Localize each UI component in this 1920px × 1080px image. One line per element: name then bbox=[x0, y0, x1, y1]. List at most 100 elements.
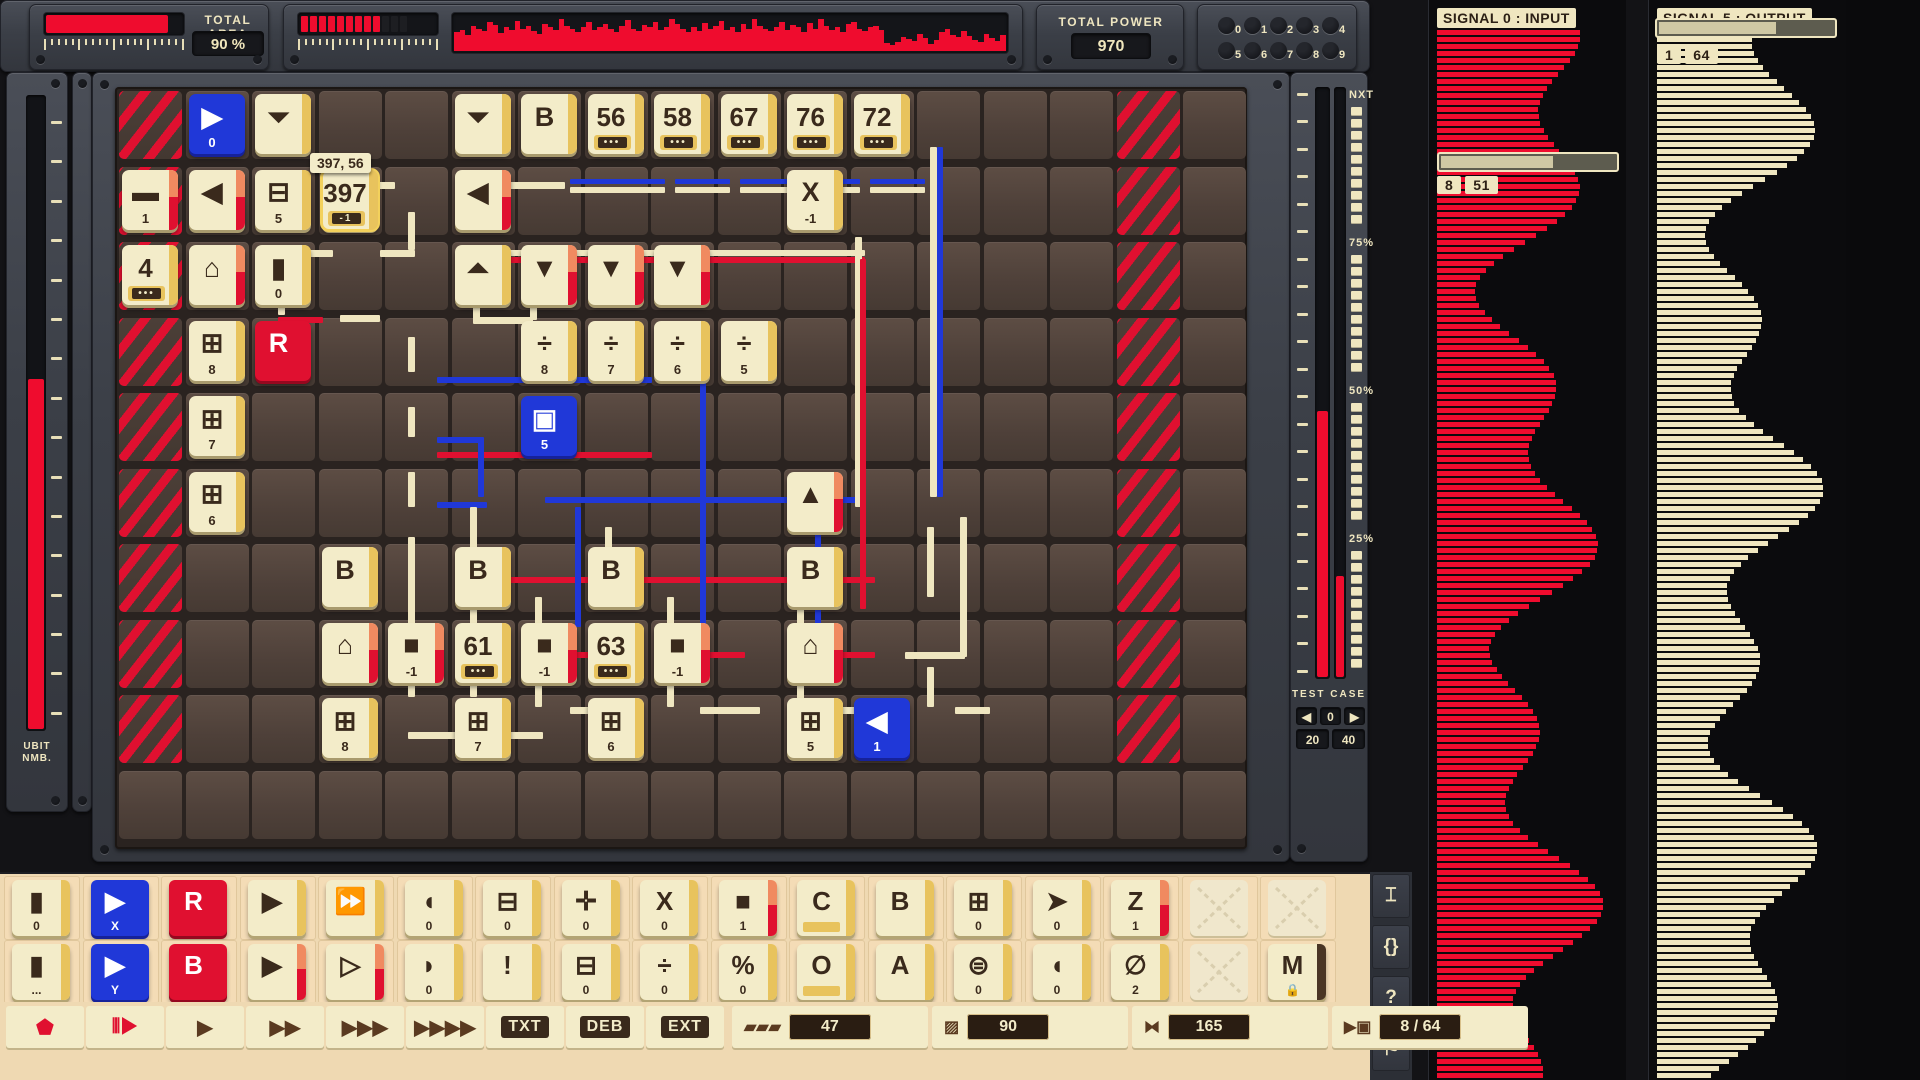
grid-tile[interactable]: ⊞6 bbox=[189, 472, 245, 532]
board-cell[interactable] bbox=[1183, 318, 1246, 386]
keypad-dot-2[interactable] bbox=[1270, 17, 1287, 34]
grid-tile[interactable]: ⊞5 bbox=[787, 698, 843, 758]
arrow-right-tile[interactable]: ▶ bbox=[248, 880, 306, 936]
board-cell[interactable] bbox=[984, 167, 1047, 235]
left-arrow-tile[interactable]: ◀ bbox=[189, 170, 245, 230]
board-cell[interactable] bbox=[917, 242, 980, 310]
arrow-outline-tile[interactable]: ▷ bbox=[326, 944, 384, 1000]
half-tile[interactable]: ◖0 bbox=[405, 880, 463, 936]
test-case-value-left[interactable]: 20 bbox=[1296, 729, 1329, 749]
null-tile[interactable]: ∅2 bbox=[1111, 944, 1169, 1000]
block-tile[interactable]: ■-1 bbox=[654, 623, 710, 683]
ext-button[interactable]: EXT bbox=[646, 1006, 724, 1048]
test-case-prev-button[interactable]: ◀ bbox=[1296, 707, 1317, 725]
value-tile[interactable]: 58••• bbox=[654, 94, 710, 154]
palette-slot[interactable]: ◗0 bbox=[397, 940, 473, 1004]
empty-slot[interactable] bbox=[1190, 944, 1248, 1000]
down-tile[interactable]: ▼ bbox=[521, 245, 577, 305]
bar-tile[interactable]: ▮0 bbox=[255, 245, 311, 305]
board-cell[interactable] bbox=[585, 393, 648, 461]
board-cell[interactable] bbox=[452, 318, 515, 386]
value-tile[interactable]: 76••• bbox=[787, 94, 843, 154]
board-cell[interactable] bbox=[651, 167, 714, 235]
play-4x-button[interactable]: ▶▶▶▶ bbox=[406, 1006, 484, 1048]
grid-tile[interactable]: ⊞7 bbox=[455, 698, 511, 758]
keypad-dot-4[interactable] bbox=[1322, 17, 1339, 34]
grid-tile[interactable]: ⊞0 bbox=[954, 880, 1012, 936]
board-cell[interactable] bbox=[984, 318, 1047, 386]
value-tile[interactable]: 4••• bbox=[122, 245, 178, 305]
board-cell[interactable] bbox=[651, 771, 714, 839]
board-cell[interactable] bbox=[984, 544, 1047, 612]
signal-output-scrubber[interactable] bbox=[1655, 18, 1837, 38]
palette-slot[interactable]: ▶ bbox=[240, 876, 316, 940]
palette-slot[interactable]: ⊟0 bbox=[554, 940, 630, 1004]
plus-tile[interactable]: ✛0 bbox=[562, 880, 620, 936]
palette-slot[interactable]: %0 bbox=[711, 940, 787, 1004]
signal-output-graph[interactable] bbox=[1657, 30, 1838, 1080]
down-tile[interactable]: ▼ bbox=[654, 245, 710, 305]
digit-keypad[interactable]: 0123456789 bbox=[1197, 4, 1357, 70]
palette-slot[interactable]: ∅2 bbox=[1103, 940, 1179, 1004]
board-cell[interactable] bbox=[984, 91, 1047, 159]
half-right-tile[interactable]: ◗0 bbox=[405, 944, 463, 1000]
board-cell[interactable] bbox=[186, 620, 249, 688]
keypad-dot-1[interactable] bbox=[1244, 17, 1261, 34]
input-arrow-tile[interactable]: ◀1 bbox=[854, 698, 910, 758]
palette-slot[interactable]: ⏩ bbox=[318, 876, 394, 940]
board-cell[interactable] bbox=[1050, 393, 1113, 461]
multiply-tile[interactable]: X0 bbox=[640, 880, 698, 936]
brush-icon[interactable]: ⌶ bbox=[1372, 874, 1410, 918]
board-cell[interactable] bbox=[651, 695, 714, 763]
down-stack-tile[interactable]: ⏷ bbox=[455, 94, 511, 154]
palette-slot[interactable]: ▮0 bbox=[4, 876, 80, 940]
stop-button[interactable]: ⬟ bbox=[6, 1006, 84, 1048]
txt-button[interactable]: TXT bbox=[486, 1006, 564, 1048]
circuit-board[interactable]: ▶0⏷⏷B56•••58•••67•••76•••72•••▬1◀⊟5397-1… bbox=[115, 87, 1247, 849]
keypad-dot-7[interactable] bbox=[1270, 42, 1287, 59]
board-cell[interactable] bbox=[518, 695, 581, 763]
down-tile[interactable]: ▼ bbox=[588, 245, 644, 305]
oscillator-tile[interactable]: O bbox=[797, 944, 855, 1000]
braces-icon[interactable]: {} bbox=[1372, 925, 1410, 969]
sleep-tile[interactable]: Z1 bbox=[1111, 880, 1169, 936]
board-cell[interactable] bbox=[1050, 469, 1113, 537]
board-cell[interactable] bbox=[385, 318, 448, 386]
value-tile[interactable]: 72••• bbox=[854, 94, 910, 154]
tile-palette[interactable]: ▮0▶XR▶⏩◖0⊟0✛0X0■1CB⊞0➤0Z1▮...▶YB▶▷◗0!⊟0÷… bbox=[0, 872, 1370, 1002]
palette-slot[interactable] bbox=[1182, 876, 1258, 940]
bottom-status-bar[interactable]: ⬟⦀▶▶▶▶▶▶▶▶▶▶▶TXTDEBEXT▰▰▰47▨90⧓165▶▣8 / … bbox=[0, 1002, 1370, 1080]
palette-slot[interactable]: B bbox=[868, 876, 944, 940]
minus-tile[interactable]: ▬1 bbox=[122, 170, 178, 230]
board-cell[interactable] bbox=[1050, 242, 1113, 310]
board-cell[interactable] bbox=[1183, 91, 1246, 159]
up-tile[interactable]: ▲ bbox=[787, 472, 843, 532]
board-cell[interactable] bbox=[319, 393, 382, 461]
board-cell[interactable] bbox=[784, 393, 847, 461]
palette-slot[interactable]: ➤0 bbox=[1025, 876, 1101, 940]
bit-tile[interactable]: B bbox=[876, 880, 934, 936]
board-cell[interactable] bbox=[518, 167, 581, 235]
board-cell[interactable] bbox=[252, 393, 315, 461]
board-cell[interactable] bbox=[718, 695, 781, 763]
board-cell[interactable] bbox=[984, 695, 1047, 763]
value-tile[interactable]: 61••• bbox=[455, 623, 511, 683]
board-cell[interactable] bbox=[385, 771, 448, 839]
keypad-dot-8[interactable] bbox=[1296, 42, 1313, 59]
board-cell[interactable] bbox=[984, 771, 1047, 839]
board-cell[interactable] bbox=[518, 771, 581, 839]
palette-slot[interactable]: ✛0 bbox=[554, 876, 630, 940]
keypad-dot-5[interactable] bbox=[1218, 42, 1235, 59]
empty-slot[interactable] bbox=[1190, 880, 1248, 936]
keypad-dot-3[interactable] bbox=[1296, 17, 1313, 34]
board-cell[interactable] bbox=[252, 771, 315, 839]
board-cell[interactable] bbox=[1183, 242, 1246, 310]
board-cell[interactable] bbox=[252, 695, 315, 763]
cap-up-tile[interactable]: ⌂ bbox=[189, 245, 245, 305]
board-cell[interactable] bbox=[119, 771, 182, 839]
empty-slot[interactable] bbox=[1268, 880, 1326, 936]
board-cell[interactable] bbox=[252, 469, 315, 537]
keypad-dot-0[interactable] bbox=[1218, 17, 1235, 34]
multiply-tile[interactable]: X-1 bbox=[787, 170, 843, 230]
board-cell[interactable] bbox=[319, 318, 382, 386]
